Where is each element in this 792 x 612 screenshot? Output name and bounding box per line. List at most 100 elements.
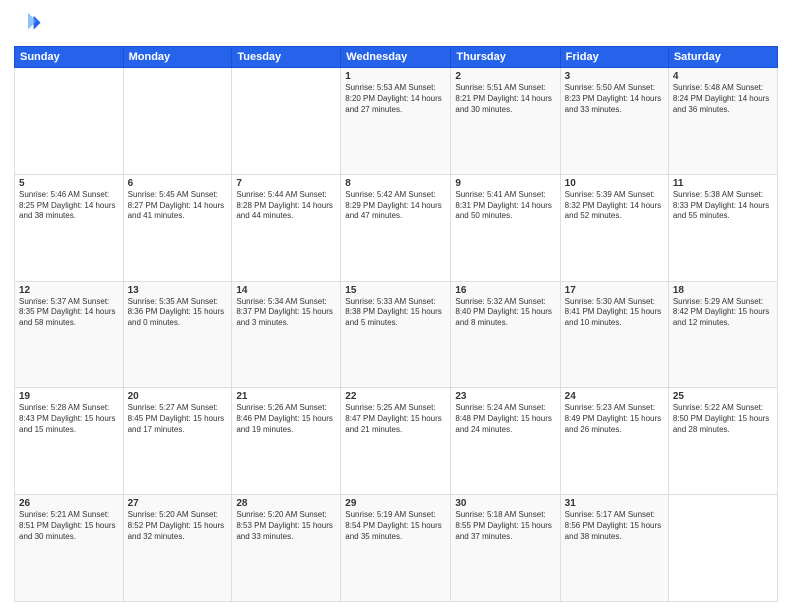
calendar-cell: 27Sunrise: 5:20 AM Sunset: 8:52 PM Dayli… <box>123 495 232 602</box>
day-info: Sunrise: 5:41 AM Sunset: 8:31 PM Dayligh… <box>455 190 555 222</box>
calendar-cell: 10Sunrise: 5:39 AM Sunset: 8:32 PM Dayli… <box>560 174 668 281</box>
day-info: Sunrise: 5:48 AM Sunset: 8:24 PM Dayligh… <box>673 83 773 115</box>
day-number: 1 <box>345 71 446 82</box>
weekday-header-tuesday: Tuesday <box>232 47 341 68</box>
page: SundayMondayTuesdayWednesdayThursdayFrid… <box>0 0 792 612</box>
calendar-cell <box>123 68 232 175</box>
day-info: Sunrise: 5:38 AM Sunset: 8:33 PM Dayligh… <box>673 190 773 222</box>
day-number: 25 <box>673 391 773 402</box>
day-info: Sunrise: 5:29 AM Sunset: 8:42 PM Dayligh… <box>673 297 773 329</box>
day-number: 21 <box>236 391 336 402</box>
day-number: 28 <box>236 498 336 509</box>
weekday-header-friday: Friday <box>560 47 668 68</box>
day-number: 20 <box>128 391 228 402</box>
weekday-header-wednesday: Wednesday <box>341 47 451 68</box>
calendar-cell: 25Sunrise: 5:22 AM Sunset: 8:50 PM Dayli… <box>668 388 777 495</box>
day-number: 30 <box>455 498 555 509</box>
day-info: Sunrise: 5:25 AM Sunset: 8:47 PM Dayligh… <box>345 403 446 435</box>
day-number: 7 <box>236 178 336 189</box>
day-number: 6 <box>128 178 228 189</box>
calendar-cell: 24Sunrise: 5:23 AM Sunset: 8:49 PM Dayli… <box>560 388 668 495</box>
calendar-cell: 30Sunrise: 5:18 AM Sunset: 8:55 PM Dayli… <box>451 495 560 602</box>
day-info: Sunrise: 5:42 AM Sunset: 8:29 PM Dayligh… <box>345 190 446 222</box>
day-number: 31 <box>565 498 664 509</box>
day-info: Sunrise: 5:45 AM Sunset: 8:27 PM Dayligh… <box>128 190 228 222</box>
day-info: Sunrise: 5:51 AM Sunset: 8:21 PM Dayligh… <box>455 83 555 115</box>
day-info: Sunrise: 5:37 AM Sunset: 8:35 PM Dayligh… <box>19 297 119 329</box>
calendar-cell: 19Sunrise: 5:28 AM Sunset: 8:43 PM Dayli… <box>15 388 124 495</box>
calendar-cell: 15Sunrise: 5:33 AM Sunset: 8:38 PM Dayli… <box>341 281 451 388</box>
day-info: Sunrise: 5:22 AM Sunset: 8:50 PM Dayligh… <box>673 403 773 435</box>
calendar-cell: 8Sunrise: 5:42 AM Sunset: 8:29 PM Daylig… <box>341 174 451 281</box>
calendar-body: 1Sunrise: 5:53 AM Sunset: 8:20 PM Daylig… <box>15 68 778 602</box>
calendar-cell: 23Sunrise: 5:24 AM Sunset: 8:48 PM Dayli… <box>451 388 560 495</box>
day-number: 4 <box>673 71 773 82</box>
day-number: 14 <box>236 285 336 296</box>
calendar-header: SundayMondayTuesdayWednesdayThursdayFrid… <box>15 47 778 68</box>
day-number: 3 <box>565 71 664 82</box>
calendar-cell: 26Sunrise: 5:21 AM Sunset: 8:51 PM Dayli… <box>15 495 124 602</box>
day-number: 15 <box>345 285 446 296</box>
day-number: 8 <box>345 178 446 189</box>
day-info: Sunrise: 5:20 AM Sunset: 8:53 PM Dayligh… <box>236 510 336 542</box>
calendar-cell: 9Sunrise: 5:41 AM Sunset: 8:31 PM Daylig… <box>451 174 560 281</box>
weekday-header-monday: Monday <box>123 47 232 68</box>
calendar-cell: 6Sunrise: 5:45 AM Sunset: 8:27 PM Daylig… <box>123 174 232 281</box>
day-info: Sunrise: 5:44 AM Sunset: 8:28 PM Dayligh… <box>236 190 336 222</box>
calendar-cell: 7Sunrise: 5:44 AM Sunset: 8:28 PM Daylig… <box>232 174 341 281</box>
day-info: Sunrise: 5:17 AM Sunset: 8:56 PM Dayligh… <box>565 510 664 542</box>
day-info: Sunrise: 5:34 AM Sunset: 8:37 PM Dayligh… <box>236 297 336 329</box>
calendar-week-4: 26Sunrise: 5:21 AM Sunset: 8:51 PM Dayli… <box>15 495 778 602</box>
calendar-week-3: 19Sunrise: 5:28 AM Sunset: 8:43 PM Dayli… <box>15 388 778 495</box>
calendar-cell <box>15 68 124 175</box>
day-info: Sunrise: 5:23 AM Sunset: 8:49 PM Dayligh… <box>565 403 664 435</box>
day-number: 17 <box>565 285 664 296</box>
day-number: 13 <box>128 285 228 296</box>
calendar-cell: 22Sunrise: 5:25 AM Sunset: 8:47 PM Dayli… <box>341 388 451 495</box>
day-info: Sunrise: 5:28 AM Sunset: 8:43 PM Dayligh… <box>19 403 119 435</box>
calendar-cell: 16Sunrise: 5:32 AM Sunset: 8:40 PM Dayli… <box>451 281 560 388</box>
day-info: Sunrise: 5:50 AM Sunset: 8:23 PM Dayligh… <box>565 83 664 115</box>
calendar-cell: 3Sunrise: 5:50 AM Sunset: 8:23 PM Daylig… <box>560 68 668 175</box>
day-number: 19 <box>19 391 119 402</box>
calendar-cell: 2Sunrise: 5:51 AM Sunset: 8:21 PM Daylig… <box>451 68 560 175</box>
day-number: 10 <box>565 178 664 189</box>
day-number: 5 <box>19 178 119 189</box>
day-info: Sunrise: 5:32 AM Sunset: 8:40 PM Dayligh… <box>455 297 555 329</box>
day-info: Sunrise: 5:24 AM Sunset: 8:48 PM Dayligh… <box>455 403 555 435</box>
calendar-cell: 29Sunrise: 5:19 AM Sunset: 8:54 PM Dayli… <box>341 495 451 602</box>
weekday-header-thursday: Thursday <box>451 47 560 68</box>
day-number: 16 <box>455 285 555 296</box>
calendar-cell: 21Sunrise: 5:26 AM Sunset: 8:46 PM Dayli… <box>232 388 341 495</box>
calendar-cell: 11Sunrise: 5:38 AM Sunset: 8:33 PM Dayli… <box>668 174 777 281</box>
calendar-week-1: 5Sunrise: 5:46 AM Sunset: 8:25 PM Daylig… <box>15 174 778 281</box>
calendar-week-0: 1Sunrise: 5:53 AM Sunset: 8:20 PM Daylig… <box>15 68 778 175</box>
day-number: 24 <box>565 391 664 402</box>
calendar-cell <box>668 495 777 602</box>
day-info: Sunrise: 5:26 AM Sunset: 8:46 PM Dayligh… <box>236 403 336 435</box>
day-info: Sunrise: 5:27 AM Sunset: 8:45 PM Dayligh… <box>128 403 228 435</box>
day-number: 9 <box>455 178 555 189</box>
calendar-week-2: 12Sunrise: 5:37 AM Sunset: 8:35 PM Dayli… <box>15 281 778 388</box>
day-info: Sunrise: 5:20 AM Sunset: 8:52 PM Dayligh… <box>128 510 228 542</box>
day-info: Sunrise: 5:35 AM Sunset: 8:36 PM Dayligh… <box>128 297 228 329</box>
day-number: 23 <box>455 391 555 402</box>
calendar-cell: 13Sunrise: 5:35 AM Sunset: 8:36 PM Dayli… <box>123 281 232 388</box>
day-info: Sunrise: 5:18 AM Sunset: 8:55 PM Dayligh… <box>455 510 555 542</box>
calendar-cell: 4Sunrise: 5:48 AM Sunset: 8:24 PM Daylig… <box>668 68 777 175</box>
day-info: Sunrise: 5:19 AM Sunset: 8:54 PM Dayligh… <box>345 510 446 542</box>
day-info: Sunrise: 5:46 AM Sunset: 8:25 PM Dayligh… <box>19 190 119 222</box>
calendar-cell: 31Sunrise: 5:17 AM Sunset: 8:56 PM Dayli… <box>560 495 668 602</box>
day-number: 29 <box>345 498 446 509</box>
day-info: Sunrise: 5:39 AM Sunset: 8:32 PM Dayligh… <box>565 190 664 222</box>
logo-icon <box>14 10 42 38</box>
weekday-header-saturday: Saturday <box>668 47 777 68</box>
weekday-row: SundayMondayTuesdayWednesdayThursdayFrid… <box>15 47 778 68</box>
day-number: 2 <box>455 71 555 82</box>
header <box>14 10 778 38</box>
calendar-cell: 28Sunrise: 5:20 AM Sunset: 8:53 PM Dayli… <box>232 495 341 602</box>
day-info: Sunrise: 5:30 AM Sunset: 8:41 PM Dayligh… <box>565 297 664 329</box>
day-number: 27 <box>128 498 228 509</box>
calendar-cell <box>232 68 341 175</box>
day-info: Sunrise: 5:33 AM Sunset: 8:38 PM Dayligh… <box>345 297 446 329</box>
